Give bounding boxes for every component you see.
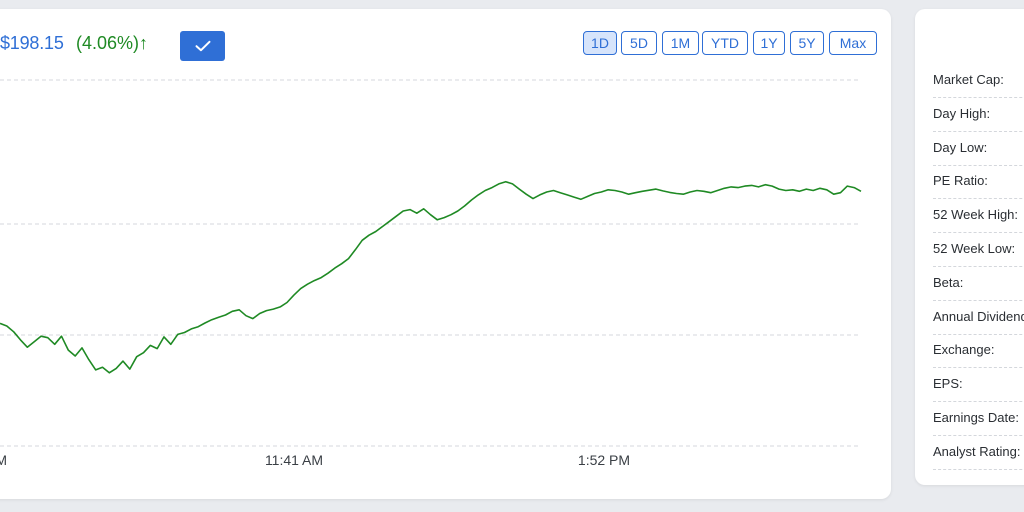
check-icon bbox=[195, 40, 210, 52]
stat-row: PE Ratio: bbox=[933, 165, 1024, 200]
stat-label: Beta: bbox=[933, 274, 964, 290]
stat-label: Earnings Date: bbox=[933, 410, 1019, 425]
range-button-max[interactable]: Max bbox=[829, 31, 877, 55]
stat-label: Annual Dividend: bbox=[933, 308, 1024, 324]
x-tick-label: AM bbox=[0, 452, 7, 468]
x-tick-label: 1:52 PM bbox=[578, 452, 630, 468]
x-tick-label: 11:41 AM bbox=[265, 452, 323, 468]
range-button-1m[interactable]: 1M bbox=[662, 31, 699, 55]
stat-row: Day High: bbox=[933, 98, 1024, 132]
stat-row: Analyst Rating: bbox=[933, 436, 1024, 470]
range-button-1d[interactable]: 1D bbox=[583, 31, 617, 55]
price-chart: AM 11:41 AM 1:52 PM bbox=[0, 79, 862, 468]
stat-row: Market Cap: bbox=[933, 64, 1024, 98]
price-series-line bbox=[0, 180, 862, 374]
stat-row: Beta: bbox=[933, 267, 1024, 301]
stat-label: PE Ratio: bbox=[933, 173, 988, 189]
stat-row: EPS: bbox=[933, 368, 1024, 403]
range-button-5y[interactable]: 5Y bbox=[790, 31, 824, 55]
current-price: $198.15 bbox=[0, 33, 64, 53]
stat-label: 52 Week High: bbox=[933, 207, 1019, 223]
stat-label: Exchange: bbox=[933, 342, 995, 358]
chart-card: AM 11:41 AM 1:52 PM bbox=[0, 9, 891, 499]
stat-row: 52 Week High: bbox=[933, 199, 1024, 234]
range-button-5d[interactable]: 5D bbox=[621, 31, 657, 55]
range-button-1y[interactable]: 1Y bbox=[753, 31, 785, 55]
stat-label: EPS: bbox=[933, 376, 963, 392]
range-button-ytd[interactable]: YTD bbox=[702, 31, 748, 55]
stat-label: Market Cap: bbox=[933, 72, 1004, 87]
stat-row: 52 Week Low: bbox=[933, 233, 1024, 267]
stat-row: Earnings Date: bbox=[933, 402, 1024, 436]
price-change: (4.06%)↑ bbox=[76, 33, 149, 53]
stat-row: Day Low: bbox=[933, 132, 1024, 166]
confirm-button[interactable] bbox=[180, 31, 225, 61]
stat-label: Day High: bbox=[933, 105, 991, 121]
stat-label: Analyst Rating: bbox=[933, 443, 1021, 459]
stat-row: Annual Dividend: bbox=[933, 301, 1024, 335]
stats-card: Market Cap: Day High: Day Low: PE Ratio: 52 … bbox=[915, 9, 1024, 485]
stat-label: 52 Week Low: bbox=[933, 241, 1016, 256]
stat-label: Day Low: bbox=[933, 139, 988, 155]
stat-row: Exchange: bbox=[933, 334, 1024, 369]
